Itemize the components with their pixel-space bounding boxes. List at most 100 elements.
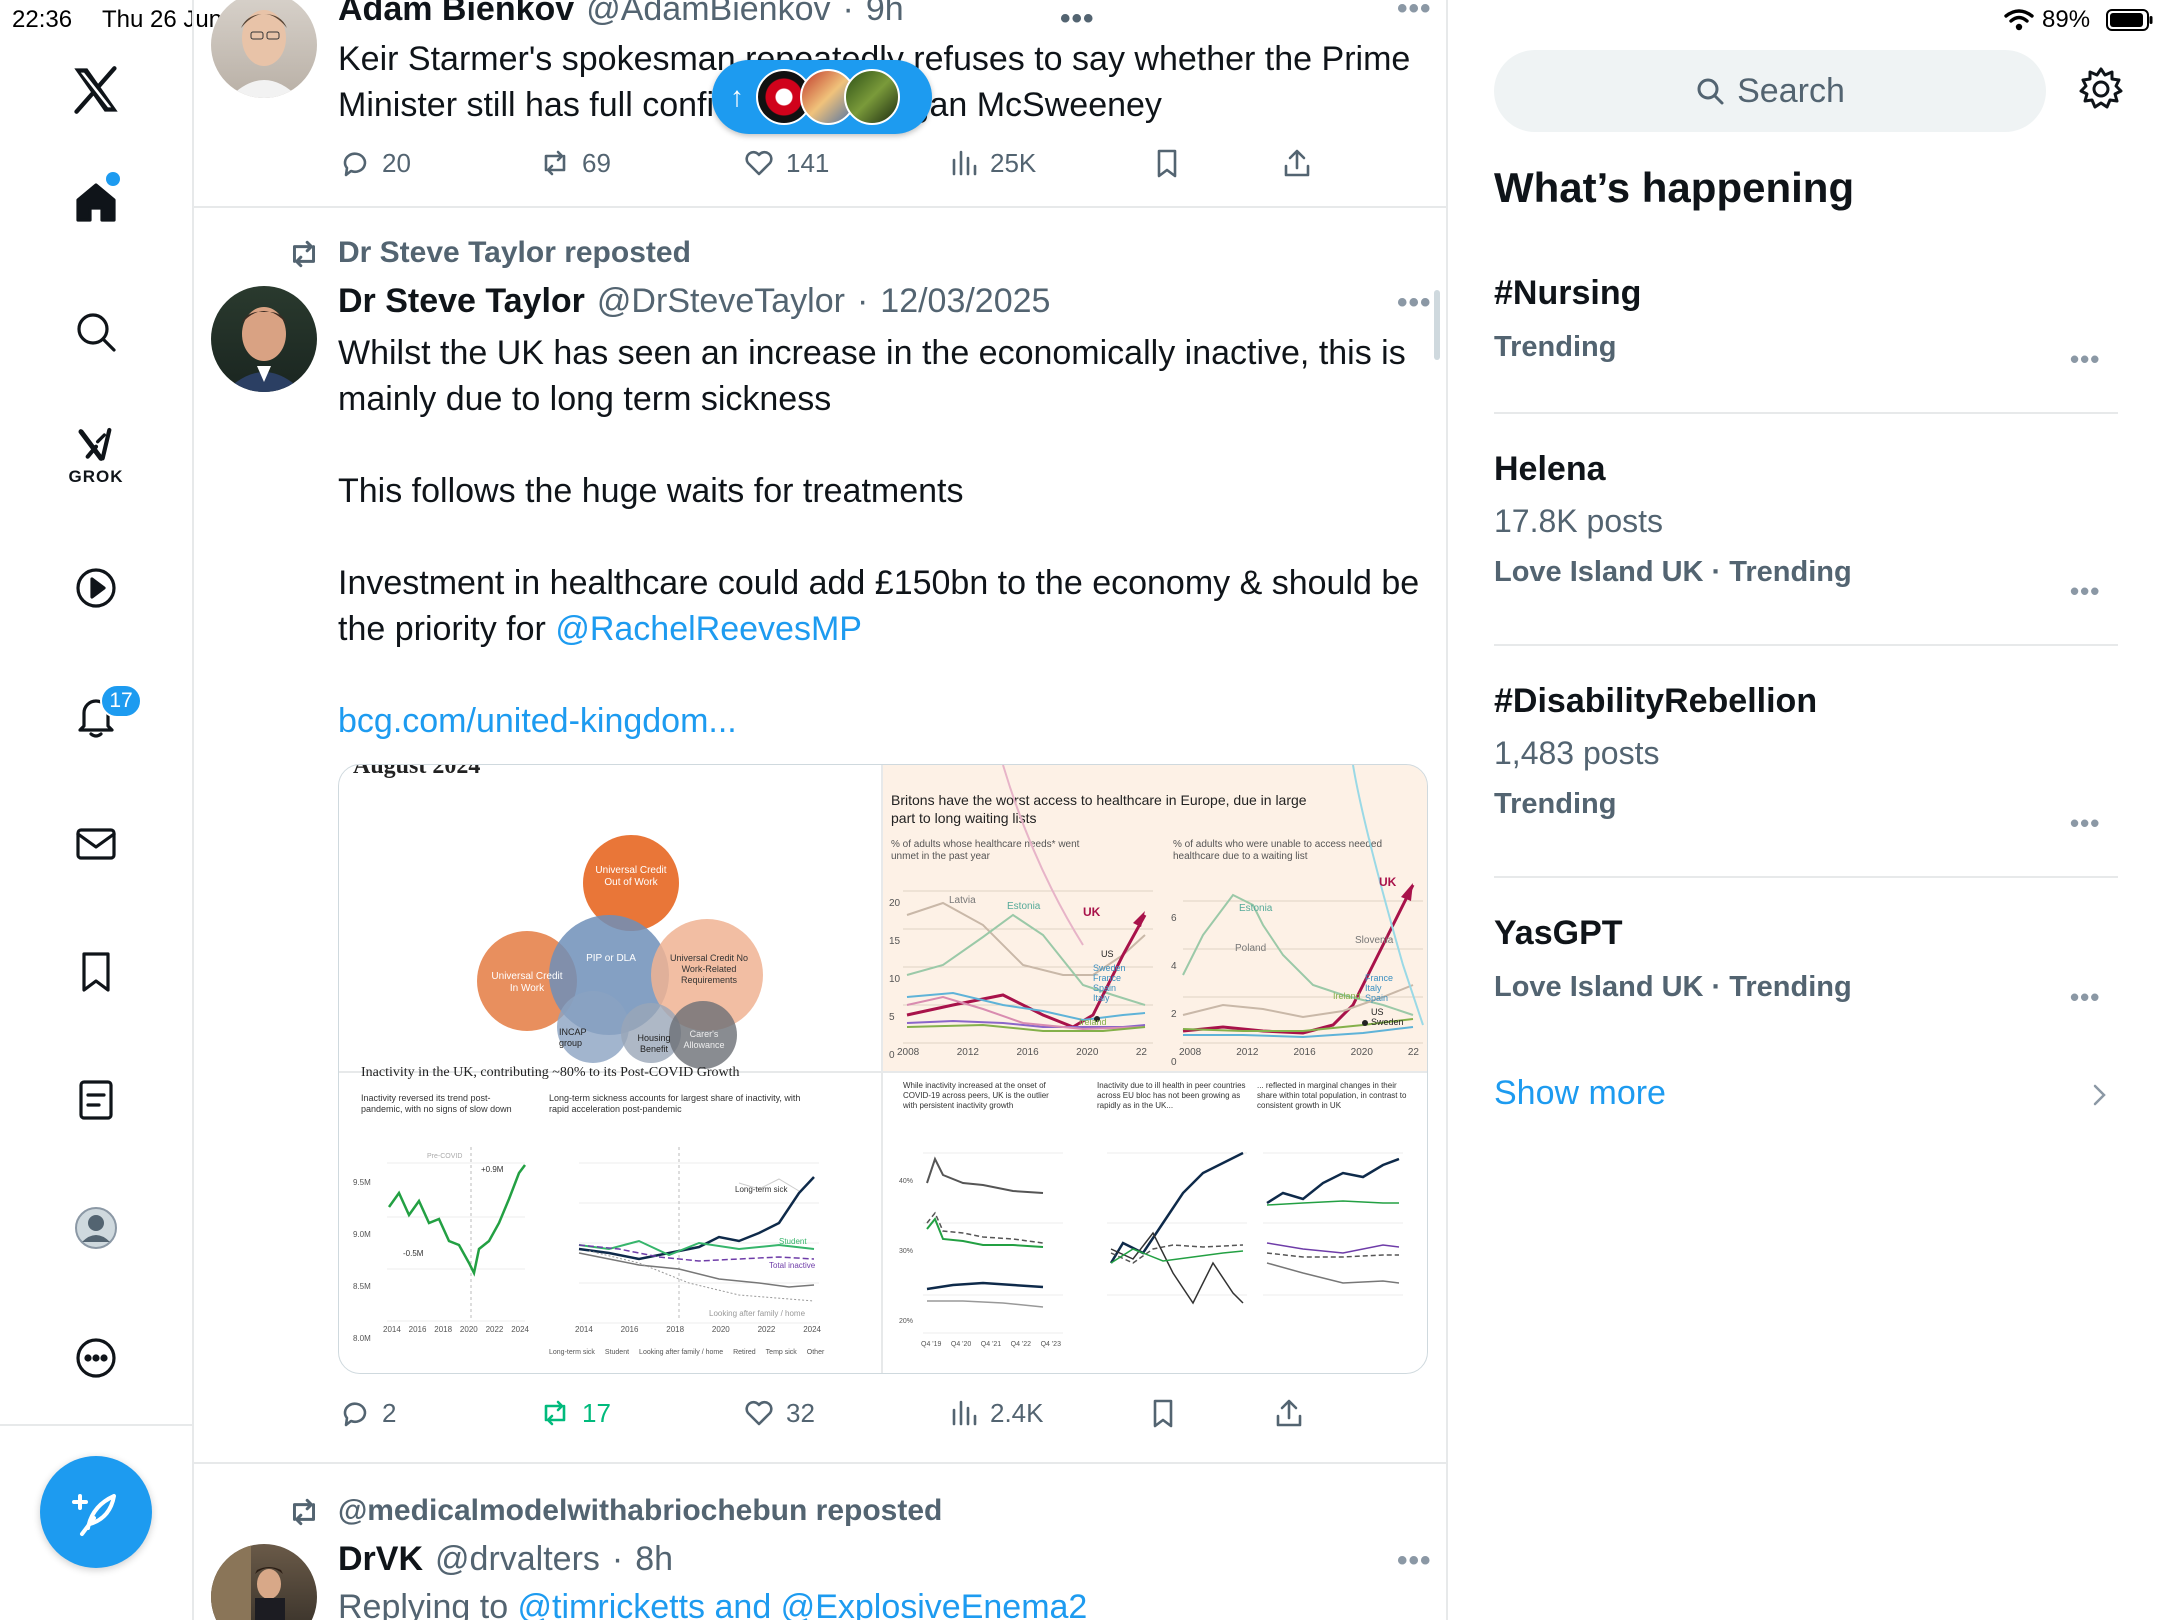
venn-label: Carer's Allowance bbox=[683, 1029, 725, 1050]
author-handle[interactable]: @AdamBienkov bbox=[586, 0, 830, 29]
post-more-icon[interactable]: ••• bbox=[1397, 1544, 1432, 1578]
reply-count: 2 bbox=[382, 1397, 397, 1428]
lists-icon[interactable] bbox=[58, 1062, 134, 1138]
author-name[interactable]: Dr Steve Taylor bbox=[338, 282, 585, 321]
replying-to: Replying to @timricketts and @ExplosiveE… bbox=[338, 1588, 1087, 1620]
trend-more-icon[interactable]: ••• bbox=[2070, 982, 2100, 1013]
bookmark-icon bbox=[1157, 149, 1177, 178]
media-image-bcg-inactivity[interactable]: Inactivity in the UK, contributing ~80% … bbox=[339, 1065, 881, 1373]
feed-column-divider bbox=[1446, 0, 1448, 1620]
bookmarks-icon[interactable] bbox=[58, 934, 134, 1010]
media-image-ft-chart[interactable]: Britons have the worst access to healthc… bbox=[883, 765, 1427, 1071]
repost-button[interactable]: 17 bbox=[538, 1396, 611, 1430]
media-image-venn[interactable]: August 2024 Universal Credit Out of Work… bbox=[339, 765, 881, 1071]
reposted-by-label[interactable]: Dr Steve Taylor reposted bbox=[338, 236, 691, 270]
bookmark-button[interactable] bbox=[1150, 146, 1184, 180]
avatar-drvk[interactable] bbox=[211, 1544, 317, 1620]
peers-plot bbox=[923, 1151, 1403, 1334]
reply-mentions-link[interactable]: @timricketts and @ExplosiveEnema2 bbox=[518, 1588, 1088, 1620]
views-count: 25K bbox=[990, 147, 1037, 178]
grok-icon[interactable]: GROK bbox=[58, 418, 134, 494]
reply-button[interactable]: 20 bbox=[338, 146, 411, 180]
share-button[interactable] bbox=[1272, 1396, 1306, 1430]
trend-item[interactable]: Helena 17.8K posts Love Island UK · Tren… bbox=[1494, 450, 2118, 610]
ft-label: Spain bbox=[1365, 993, 1389, 1003]
bookmark-button[interactable] bbox=[1146, 1396, 1180, 1430]
ft-label: Sweden bbox=[1093, 963, 1126, 973]
avatar-steve-taylor[interactable] bbox=[211, 286, 317, 392]
reposted-by-label[interactable]: @medicalmodelwithabriochebun reposted bbox=[338, 1494, 942, 1528]
venn-label: Universal Credit In Work bbox=[491, 971, 563, 994]
search-icon[interactable] bbox=[58, 294, 134, 370]
feed-scrollbar[interactable] bbox=[1434, 290, 1440, 360]
post-time[interactable]: 9h bbox=[866, 0, 904, 29]
x-tick: 2020 bbox=[459, 1325, 478, 1334]
profile-avatar[interactable] bbox=[58, 1190, 134, 1266]
ft-label: Slovenia bbox=[1355, 935, 1394, 946]
chevron-right-icon bbox=[2090, 1080, 2110, 1115]
notifications-badge: 17 bbox=[100, 684, 142, 718]
legend-item: Other bbox=[806, 1349, 825, 1356]
separator: · bbox=[856, 282, 869, 320]
x-logo-icon[interactable] bbox=[58, 52, 134, 128]
trend-more-icon[interactable]: ••• bbox=[2070, 344, 2100, 375]
reply-button[interactable]: 2 bbox=[338, 1396, 396, 1430]
venn-label: Universal Credit No Work-Related Require… bbox=[669, 953, 749, 985]
ft-chart-plot bbox=[903, 765, 1424, 1044]
post-paragraph: Investment in healthcare could add £150b… bbox=[338, 560, 1428, 652]
post-more-icon[interactable]: ••• bbox=[1397, 286, 1432, 320]
messages-icon[interactable] bbox=[58, 806, 134, 882]
trend-item[interactable]: #Nursing Trending bbox=[1494, 274, 2118, 414]
author-handle[interactable]: @DrSteveTaylor bbox=[597, 282, 845, 321]
x-tick: 2008 bbox=[897, 1047, 920, 1058]
nav-column-divider bbox=[192, 0, 194, 1620]
views-button[interactable]: 25K bbox=[946, 146, 1036, 180]
x-tick: 2016 bbox=[1016, 1047, 1039, 1058]
ft-label: Spain bbox=[1093, 983, 1117, 993]
settings-gear-icon[interactable] bbox=[2078, 66, 2124, 117]
author-name[interactable]: Adam Bienkov bbox=[338, 0, 574, 29]
post-date[interactable]: 12/03/2025 bbox=[880, 282, 1050, 321]
search-bar[interactable]: Search bbox=[1494, 50, 2046, 132]
x-tick: 2008 bbox=[1179, 1047, 1202, 1058]
post-time[interactable]: 8h bbox=[635, 1540, 673, 1579]
more-icon[interactable] bbox=[58, 1320, 134, 1396]
x-tick: 2020 bbox=[1076, 1047, 1099, 1058]
trend-more-icon[interactable]: ••• bbox=[2070, 576, 2100, 607]
x-tick: 2020 bbox=[711, 1325, 730, 1334]
home-icon[interactable] bbox=[58, 164, 134, 240]
y-tick: 40% bbox=[899, 1178, 914, 1185]
avatar-adam-bienkov[interactable] bbox=[211, 0, 317, 98]
post-paragraph: Whilst the UK has seen an increase in th… bbox=[338, 334, 1406, 418]
mention-link[interactable]: @RachelReevesMP bbox=[555, 610, 862, 648]
new-posts-pill[interactable]: ↑ bbox=[712, 60, 932, 134]
bcg-annotation: Long-term sick bbox=[735, 1185, 788, 1194]
trend-divider bbox=[1494, 876, 2118, 878]
post-more-icon[interactable]: ••• bbox=[1397, 0, 1432, 26]
legend-item: Temp sick bbox=[765, 1349, 797, 1356]
video-icon[interactable] bbox=[58, 550, 134, 626]
trend-more-icon[interactable]: ••• bbox=[2070, 808, 2100, 839]
trend-name: Helena bbox=[1494, 450, 1606, 488]
like-button[interactable]: 32 bbox=[742, 1396, 815, 1430]
compose-post-button[interactable] bbox=[40, 1456, 152, 1568]
author-name[interactable]: DrVK bbox=[338, 1540, 423, 1579]
repost-button[interactable]: 69 bbox=[538, 146, 611, 180]
x-tick: 2022 bbox=[485, 1325, 504, 1334]
repost-indicator-icon bbox=[286, 1494, 322, 1535]
media-image-bcg-peers[interactable]: While inactivity increased at the onset … bbox=[883, 1073, 1427, 1373]
views-button[interactable]: 2.4K bbox=[946, 1396, 1044, 1430]
show-more-link[interactable]: Show more bbox=[1494, 1074, 1666, 1113]
separator: · bbox=[842, 0, 854, 28]
external-link[interactable]: bcg.com/united-kingdom... bbox=[338, 698, 1428, 744]
share-button[interactable] bbox=[1280, 146, 1314, 180]
ft-label: US bbox=[1101, 949, 1114, 959]
bcg-annotation: Total inactive bbox=[769, 1261, 816, 1270]
trend-item[interactable]: #DisabilityRebellion 1,483 posts Trendin… bbox=[1494, 682, 2118, 842]
venn-header: August 2024 bbox=[353, 764, 481, 779]
trend-item[interactable]: YasGPT Love Island UK · Trending bbox=[1494, 914, 2118, 1034]
search-icon bbox=[1697, 78, 1724, 105]
like-button[interactable]: 141 bbox=[742, 146, 829, 180]
author-handle[interactable]: @drvalters bbox=[435, 1540, 600, 1579]
repost-count: 17 bbox=[582, 1397, 611, 1428]
